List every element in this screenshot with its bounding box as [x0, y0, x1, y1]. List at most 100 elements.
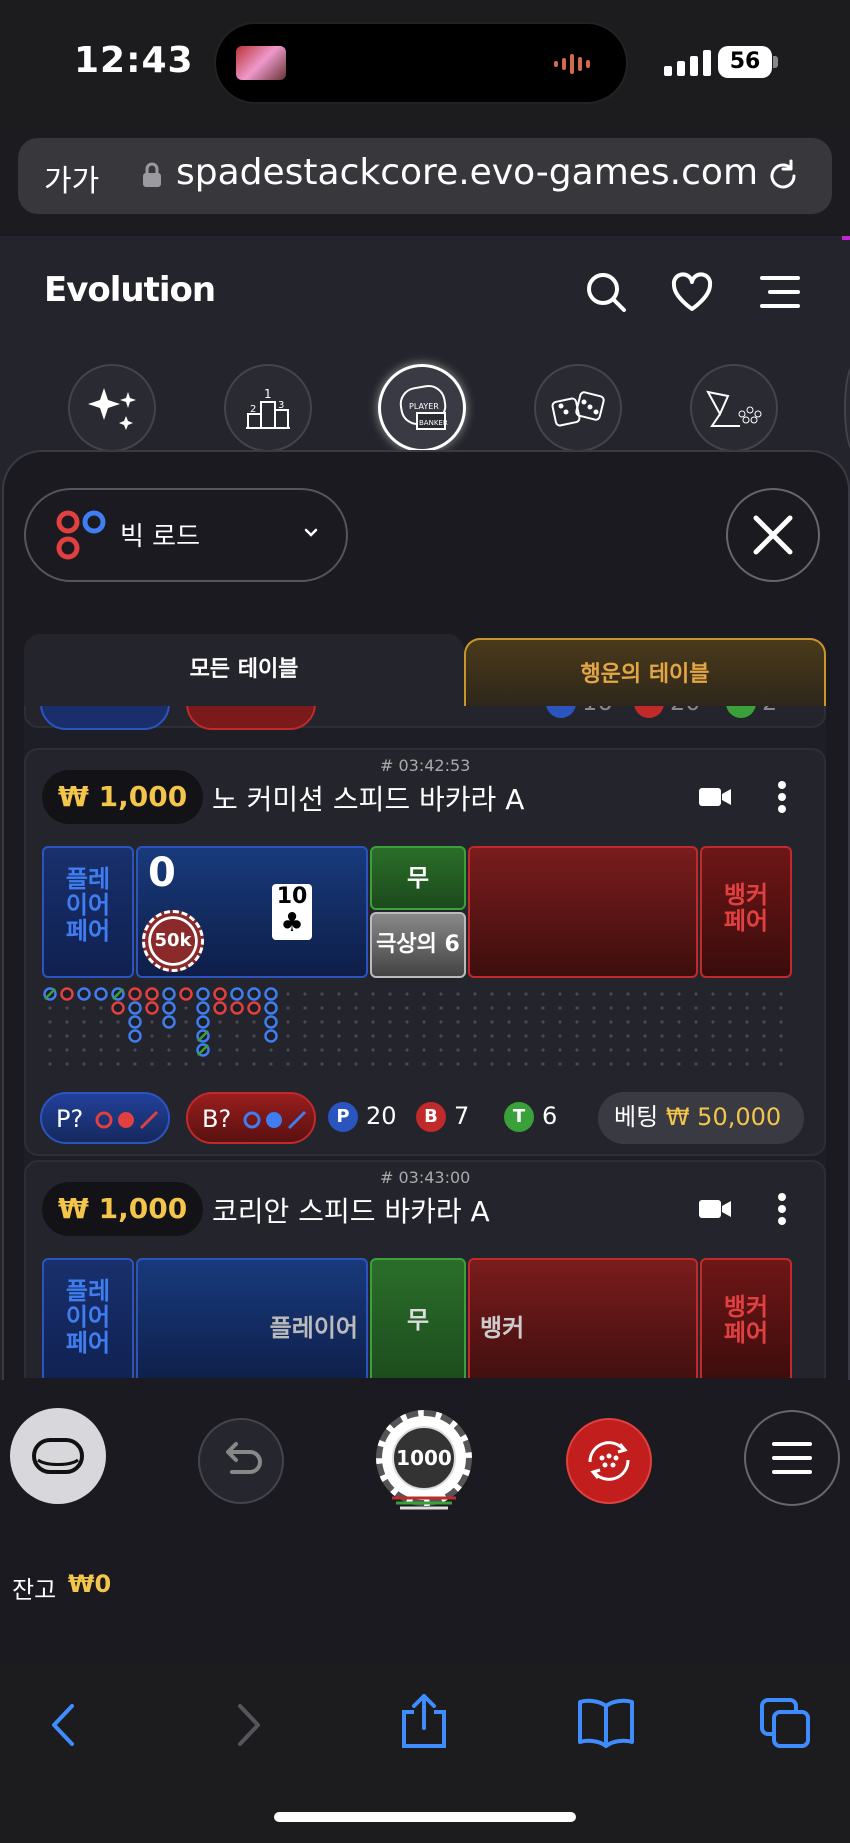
forward-icon[interactable] — [228, 1700, 268, 1750]
table-name[interactable]: 코리안 스피드 바카라 A — [212, 1190, 490, 1230]
now-playing-thumbnail — [236, 46, 286, 80]
player-predict-label: P? — [56, 1105, 84, 1133]
player-pair-bet[interactable]: 플레이어 페어 — [42, 846, 134, 978]
video-camera-icon[interactable] — [698, 1196, 732, 1222]
share-icon[interactable] — [398, 1692, 450, 1750]
svg-text:1: 1 — [264, 387, 272, 401]
tab-all-tables[interactable]: 모든 테이블 — [24, 634, 464, 710]
tie-bet[interactable]: 무 — [370, 846, 466, 910]
battery-icon: 56 — [718, 46, 772, 78]
player-predict-button[interactable]: P? — [40, 1092, 170, 1144]
clock: 12:43 — [74, 40, 194, 81]
player-count: 20 — [366, 1102, 397, 1130]
tabs-icon[interactable] — [758, 1696, 812, 1750]
banker-pair-label: 뱅커 페어 — [723, 881, 769, 935]
category-game-shows[interactable] — [690, 364, 778, 452]
svg-text:2: 2 — [250, 404, 256, 415]
banker-pair-bet[interactable]: 뱅커 페어 — [700, 846, 792, 978]
cellular-signal-icon — [664, 48, 711, 76]
big-road-scoreboard — [42, 986, 792, 1070]
bet-chip: 50k — [142, 910, 204, 972]
player-bet[interactable]: 0 50k 10 ♣ — [136, 846, 368, 978]
chip-stack-stripes — [372, 1494, 476, 1512]
chevron-down-icon — [302, 526, 320, 540]
search-icon[interactable] — [584, 270, 628, 314]
text-size-button[interactable]: 가가 — [44, 156, 99, 200]
player-pair-bet[interactable]: 플레이어 페어 — [42, 1258, 134, 1378]
video-camera-icon[interactable] — [698, 784, 732, 810]
banker-count-badge: B — [416, 1102, 446, 1132]
repeat-bet-button[interactable] — [566, 1418, 652, 1504]
battery-cap — [773, 56, 778, 68]
lock-icon — [142, 162, 162, 188]
tie-bet[interactable]: 무 — [370, 1258, 466, 1378]
heart-icon[interactable] — [670, 270, 714, 314]
category-baccarat[interactable]: PLAYER BANKER — [378, 364, 466, 452]
table-name[interactable]: 노 커미션 스피드 바카라 A — [212, 778, 524, 818]
undo-button[interactable] — [198, 1418, 284, 1504]
category-dice[interactable] — [534, 364, 622, 452]
table-card-partial[interactable]: 16 20 2 — [24, 706, 826, 730]
back-icon[interactable] — [44, 1700, 84, 1750]
home-indicator — [274, 1812, 576, 1822]
tie-count: 2 — [762, 706, 777, 716]
evolution-logo[interactable]: Evolution — [44, 270, 216, 310]
tie-count-badge: T — [504, 1102, 534, 1132]
url-text[interactable]: spadestackcore.evo-games.com — [176, 152, 758, 193]
close-button[interactable] — [726, 488, 820, 582]
more-options-icon[interactable] — [776, 780, 788, 814]
svg-text:PLAYER: PLAYER — [409, 402, 439, 411]
sparkles-icon — [88, 388, 136, 430]
club-icon: ♣ — [280, 908, 304, 938]
card-rank: 10 — [276, 884, 308, 909]
chip-value: 1000 — [392, 1426, 456, 1490]
player-predict-partial[interactable] — [40, 706, 170, 730]
banker-bet[interactable]: 뱅커 — [468, 1258, 698, 1378]
round-time: # 03:43:00 — [380, 1168, 471, 1187]
table-list[interactable]: 16 20 2 # 03:42:53 ₩ 1,000 노 커미션 스피드 바카라… — [24, 706, 826, 1378]
svg-text:3: 3 — [278, 400, 284, 411]
player-bet[interactable]: 플레이어 — [136, 1258, 368, 1378]
banker-predict-partial[interactable] — [186, 706, 316, 730]
total-bet-badge: 베팅 ₩ 50,000 — [598, 1092, 804, 1144]
undo-icon — [226, 1442, 262, 1474]
banker-count: 20 — [670, 706, 701, 716]
road-type-label: 빅 로드 — [120, 522, 201, 552]
progress-accent — [842, 236, 850, 240]
super-six-bet[interactable]: 극상의 6 — [370, 912, 466, 978]
category-featured[interactable] — [68, 364, 156, 452]
banker-predict-button[interactable]: B? — [186, 1092, 316, 1144]
bookmarks-icon[interactable] — [576, 1696, 636, 1748]
round-time: # 03:42:53 — [380, 756, 471, 775]
more-options-icon[interactable] — [776, 1192, 788, 1226]
dice-icon — [551, 391, 605, 427]
chip-selector[interactable]: 1000 — [376, 1410, 472, 1506]
player-pair-label: 플레이어 페어 — [65, 1277, 111, 1357]
banker-pair-bet[interactable]: 뱅커 페어 — [700, 1258, 792, 1378]
playing-card: 10 ♣ — [272, 884, 312, 940]
table-card[interactable]: # 03:42:53 ₩ 1,000 노 커미션 스피드 바카라 A 플레이어 … — [24, 748, 826, 1156]
audio-wave-icon — [554, 52, 602, 76]
balance-amount: ₩0 — [68, 1570, 112, 1598]
player-count: 16 — [582, 706, 613, 716]
reload-icon[interactable] — [764, 157, 802, 195]
player-count-badge — [546, 706, 576, 718]
bet-amount: ₩ 50,000 — [665, 1103, 782, 1131]
player-pair-label: 플레이어 페어 — [65, 865, 111, 945]
banker-predict-icon — [243, 1110, 306, 1130]
balance-label: 잔고 — [12, 1576, 57, 1604]
player-predict-icon — [95, 1110, 158, 1130]
banker-predict-label: B? — [202, 1105, 232, 1133]
player-score: 0 — [148, 850, 176, 896]
min-bet-badge: ₩ 1,000 — [42, 1182, 204, 1236]
banker-bet[interactable] — [468, 846, 698, 978]
game-show-icon — [706, 390, 762, 427]
table-card[interactable]: # 03:43:00 ₩ 1,000 코리안 스피드 바카라 A 플레이어 페어… — [24, 1160, 826, 1378]
category-top-games[interactable]: 12 3 — [224, 364, 312, 452]
table-view-button[interactable] — [10, 1408, 106, 1504]
menu-button[interactable] — [744, 1410, 840, 1506]
hamburger-menu-icon[interactable] — [758, 272, 802, 316]
tab-lucky-tables[interactable]: 행운의 테이블 — [464, 638, 826, 714]
baccarat-icon: PLAYER BANKER — [399, 384, 448, 430]
hamburger-menu-icon — [772, 1442, 812, 1474]
